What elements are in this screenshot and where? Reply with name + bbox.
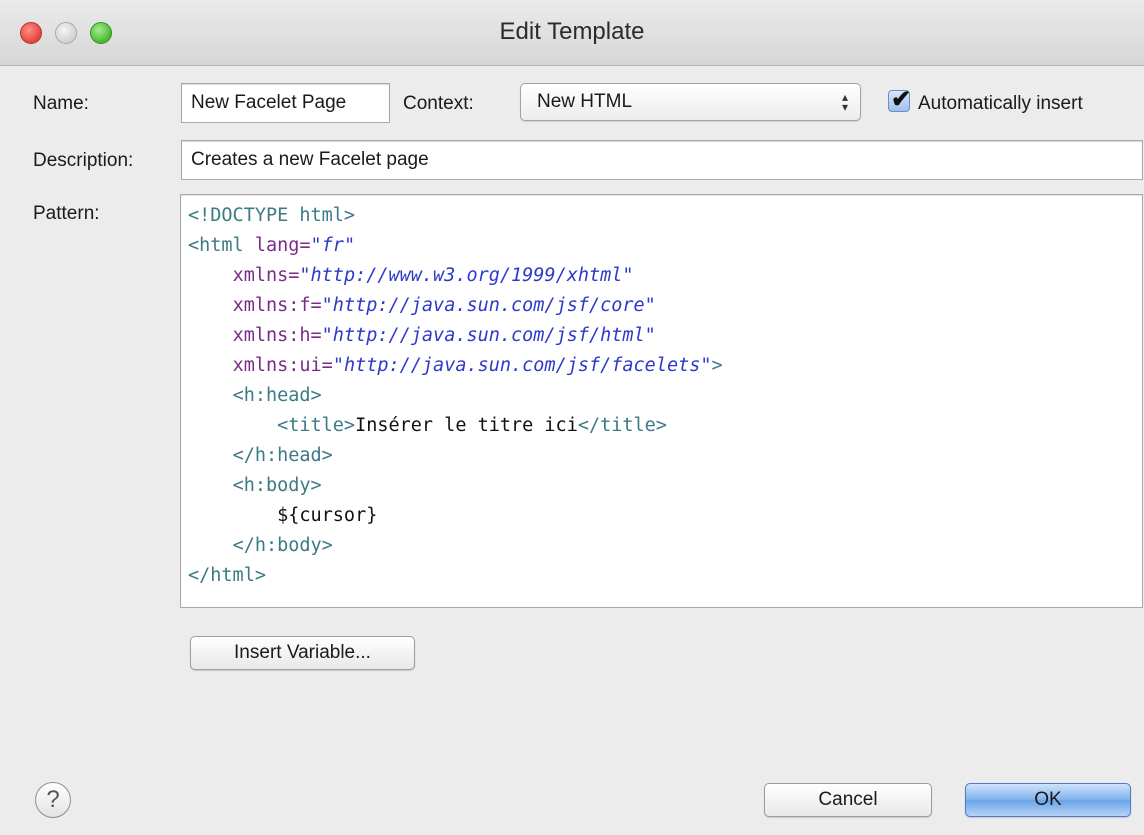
question-mark-circle-icon: ? [46, 786, 60, 813]
code-token: xmlns:h= [232, 325, 322, 346]
code-token: <!DOCTYPE html> [188, 205, 356, 226]
code-token: lang= [254, 235, 311, 256]
code-token: </h:body> [232, 535, 333, 556]
pattern-label: Pattern: [33, 203, 100, 224]
checkmark-icon: ✔ [891, 86, 912, 113]
name-input[interactable]: New Facelet Page [181, 83, 390, 123]
code-line: <title>Insérer le titre ici</title> [188, 411, 1142, 441]
code-line: </html> [188, 561, 1142, 591]
context-select-value: New HTML [537, 91, 633, 112]
code-line: <h:body> [188, 471, 1142, 501]
pattern-editor[interactable]: <!DOCTYPE html> <html lang="fr" xmlns="ht… [180, 194, 1143, 608]
name-label: Name: [33, 93, 89, 114]
description-label: Description: [33, 150, 134, 171]
code-token: "http://www.w3.org/1999/xhtml" [299, 265, 634, 286]
ok-button[interactable]: OK [965, 783, 1131, 817]
code-token: </html> [188, 565, 266, 586]
code-line: <h:head> [188, 381, 1142, 411]
code-token: xmlns= [232, 265, 300, 286]
code-token: <h:body> [232, 475, 322, 496]
code-token: <h:head> [232, 385, 322, 406]
code-line: <!DOCTYPE html> [188, 201, 1142, 231]
up-down-arrows-icon: ▴ ▾ [841, 90, 848, 114]
code-token: <title> [277, 415, 356, 436]
code-token: xmlns:f= [232, 295, 322, 316]
help-button[interactable]: ? [35, 782, 71, 818]
code-line: ${cursor} [188, 501, 1142, 531]
code-token: </title> [577, 415, 667, 436]
window-title: Edit Template [499, 18, 645, 45]
code-token: "http://java.sun.com/jsf/facelets" [332, 355, 712, 376]
code-line: </h:body> [188, 531, 1142, 561]
auto-insert-label: Automatically insert [918, 93, 1083, 114]
description-input[interactable]: Creates a new Facelet page [181, 140, 1143, 180]
auto-insert-checkbox[interactable]: ✔ [888, 86, 911, 113]
code-line: </h:head> [188, 441, 1142, 471]
code-token: xmlns:ui= [232, 355, 333, 376]
code-token: ${cursor} [188, 505, 378, 526]
code-token: > [711, 355, 723, 376]
code-line: xmlns:ui="http://java.sun.com/jsf/facele… [188, 351, 1142, 381]
code-token: <html [188, 235, 255, 256]
title-bar: Edit Template [0, 0, 1144, 66]
code-line: xmlns:f="http://java.sun.com/jsf/core" [188, 291, 1142, 321]
code-token: Insérer le titre ici [355, 415, 578, 436]
code-token: </h:head> [232, 445, 333, 466]
insert-variable-button[interactable]: Insert Variable... [190, 636, 415, 670]
code-line: xmlns="http://www.w3.org/1999/xhtml" [188, 261, 1142, 291]
context-label: Context: [403, 93, 474, 114]
code-token: "http://java.sun.com/jsf/core" [321, 295, 656, 316]
code-token: "http://java.sun.com/jsf/html" [321, 325, 656, 346]
code-line: xmlns:h="http://java.sun.com/jsf/html" [188, 321, 1142, 351]
context-select[interactable]: New HTML ▴ ▾ [520, 83, 861, 121]
code-line: <html lang="fr" [188, 231, 1142, 261]
code-token: "fr" [310, 235, 356, 256]
cancel-button[interactable]: Cancel [764, 783, 932, 817]
